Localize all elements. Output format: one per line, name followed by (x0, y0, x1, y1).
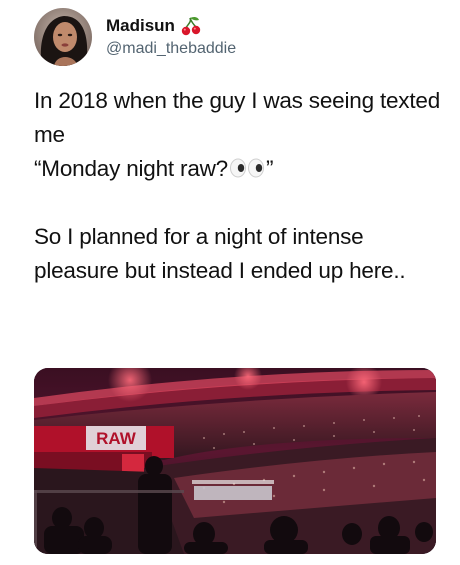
tweet-media[interactable]: RAW (34, 368, 436, 554)
tweet-header: Madisun @madi_thebaddie (34, 6, 236, 68)
avatar[interactable] (34, 8, 92, 66)
tweet-card: Madisun @madi_thebaddie In 2018 when the (0, 0, 460, 565)
display-name-row[interactable]: Madisun (106, 15, 236, 37)
arena-sign: RAW (96, 429, 137, 448)
tweet-quote-line: “Monday night raw? ” (34, 152, 444, 186)
tweet-paragraph-2: So I planned for a night of intense plea… (34, 224, 406, 283)
avatar-photo (34, 8, 92, 66)
author-names: Madisun @madi_thebaddie (106, 15, 236, 60)
display-name[interactable]: Madisun (106, 15, 175, 37)
eyes-icon (229, 154, 265, 178)
tweet-line-1: In 2018 when the guy I was seeing texted… (34, 88, 441, 147)
quote-prefix: “Monday night raw? (34, 156, 229, 181)
author-handle[interactable]: @madi_thebaddie (106, 38, 236, 60)
wrestling-arena-photo: RAW (34, 368, 436, 554)
quote-suffix: ” (266, 156, 274, 181)
tweet-text: In 2018 when the guy I was seeing texted… (34, 84, 444, 288)
cherry-icon (180, 16, 202, 36)
